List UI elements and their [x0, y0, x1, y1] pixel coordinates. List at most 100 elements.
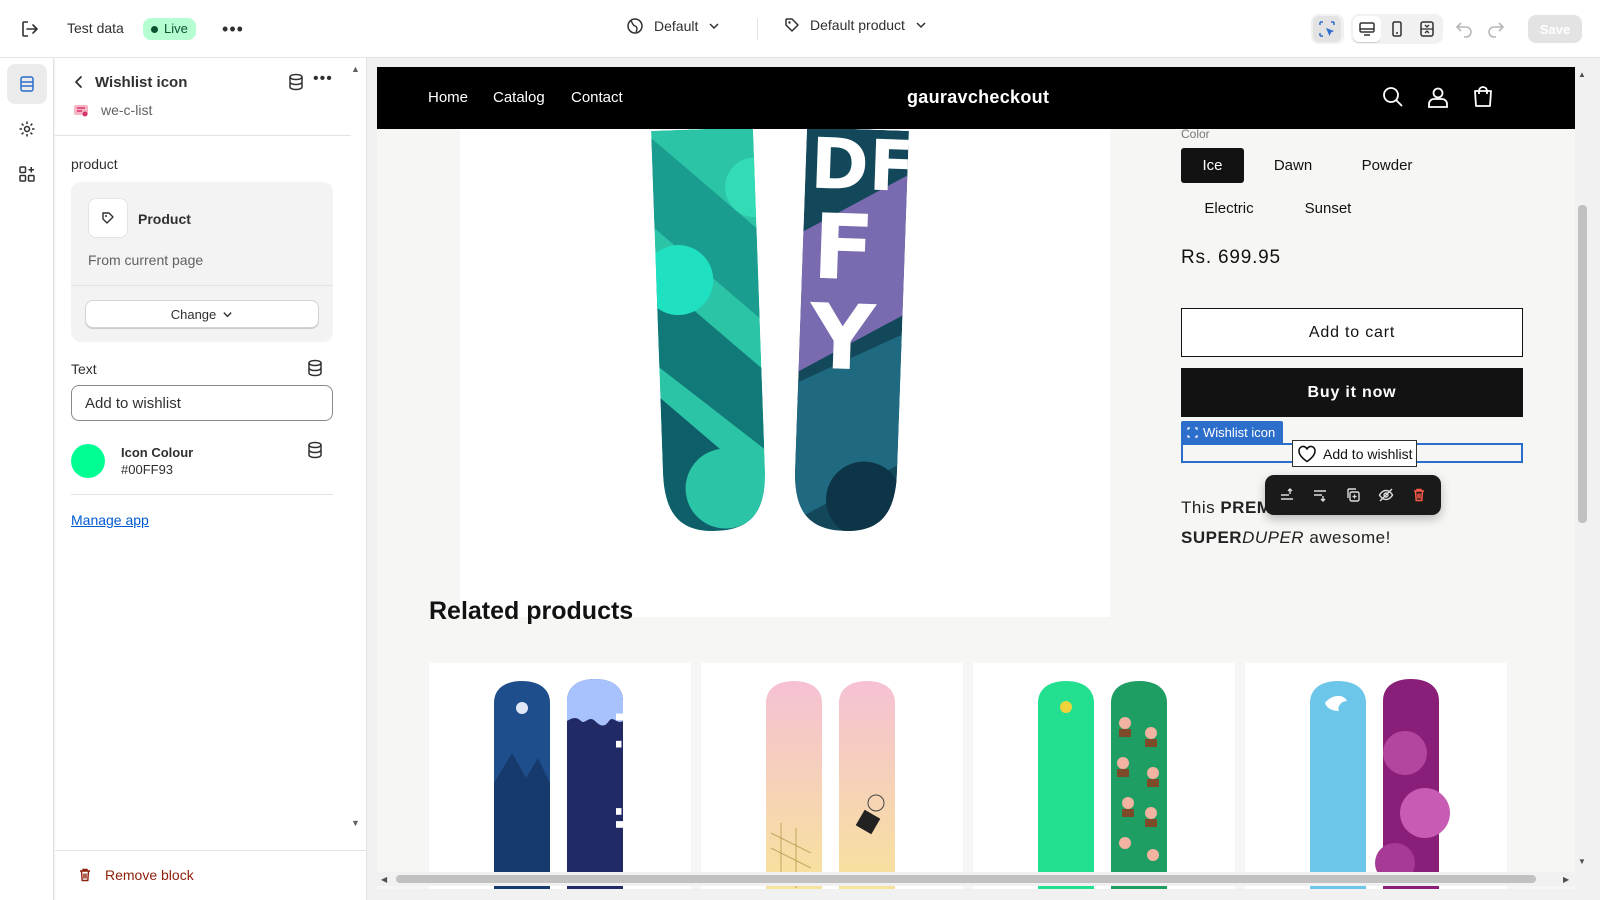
change-product-button[interactable]: Change: [85, 300, 319, 328]
sections-button[interactable]: [7, 64, 47, 104]
editor-topbar: Test data Live ••• Default Default produ…: [0, 0, 1600, 58]
dynamic-source-icon[interactable]: [307, 359, 323, 377]
mobile-view-button[interactable]: [1383, 16, 1411, 42]
icon-colour-value: #00FF93: [121, 462, 174, 477]
panel-footer: Remove block: [55, 850, 367, 900]
desktop-view-button[interactable]: [1353, 16, 1381, 42]
redo-icon[interactable]: [1485, 17, 1507, 39]
select-cursor-icon: [1319, 21, 1335, 37]
product-picker-card: Product From current page Change: [71, 182, 333, 342]
move-down-icon: [1314, 490, 1327, 502]
related-product-image: [766, 681, 895, 889]
product-picker-info: Product From current page: [71, 182, 333, 286]
live-badge: Live: [143, 18, 196, 40]
preview-vertical-scrollbar[interactable]: ▲ ▼: [1575, 67, 1589, 872]
add-to-cart-button[interactable]: Add to cart: [1181, 308, 1523, 357]
hide-button[interactable]: [1372, 481, 1400, 509]
desktop-icon: [1359, 22, 1375, 36]
store-logo-text[interactable]: gauravcheckout: [907, 87, 1049, 108]
duplicate-button[interactable]: [1339, 481, 1367, 509]
apps-button[interactable]: [7, 154, 47, 194]
related-product-card[interactable]: [701, 663, 963, 889]
related-product-card[interactable]: [1245, 663, 1507, 889]
variant-sunset[interactable]: Sunset: [1287, 191, 1369, 226]
vertical-scroll-thumb[interactable]: [1578, 205, 1587, 523]
related-product-image: [1038, 681, 1167, 889]
change-label: Change: [170, 306, 217, 322]
apps-icon: [19, 166, 35, 182]
inspector-button[interactable]: [1313, 16, 1341, 42]
fullscreen-icon: [1420, 21, 1434, 37]
account-icon[interactable]: [1425, 84, 1451, 110]
add-to-wishlist-button[interactable]: Add to wishlist: [1292, 440, 1418, 467]
nav-contact-link[interactable]: Contact: [571, 89, 623, 106]
exit-icon[interactable]: [19, 18, 41, 40]
selected-block-tag[interactable]: Wishlist icon: [1181, 421, 1284, 443]
theme-selector[interactable]: Default: [626, 17, 720, 35]
scroll-up-icon[interactable]: ▲: [1578, 70, 1586, 79]
dynamic-source-icon[interactable]: [307, 441, 323, 459]
related-products-title: Related products: [429, 597, 634, 625]
globe-icon: [627, 18, 643, 34]
scroll-left-icon[interactable]: ◀: [381, 875, 387, 884]
storefront-preview: Home Catalog Contact gauravcheckout DF F…: [377, 67, 1575, 889]
icon-colour-label: Icon Colour: [121, 445, 194, 460]
eye-off-icon: [1378, 488, 1394, 502]
variant-dawn[interactable]: Dawn: [1257, 148, 1329, 183]
panel-divider: [71, 494, 333, 495]
left-rail: [0, 58, 54, 900]
topbar-divider: [757, 18, 758, 40]
buy-now-button[interactable]: Buy it now: [1181, 368, 1523, 417]
variant-ice[interactable]: Ice: [1181, 148, 1244, 183]
store-title: Test data: [67, 20, 124, 36]
chevron-down-icon: [916, 22, 926, 29]
move-up-icon: [1281, 488, 1294, 500]
desc-suffix: awesome!: [1304, 528, 1391, 547]
product-main-image[interactable]: DF F Y: [460, 127, 1110, 617]
scroll-down-icon[interactable]: ▼: [1578, 857, 1586, 866]
live-dot-icon: [151, 25, 158, 33]
move-up-button[interactable]: [1273, 481, 1301, 509]
related-product-card[interactable]: [973, 663, 1235, 889]
fullscreen-view-button[interactable]: [1413, 16, 1441, 42]
theme-settings-button[interactable]: [7, 109, 47, 149]
move-down-button[interactable]: [1306, 481, 1334, 509]
undo-icon[interactable]: [1453, 17, 1475, 39]
search-icon[interactable]: [1380, 84, 1406, 110]
panel-more-button[interactable]: •••: [313, 70, 333, 88]
remove-block-label: Remove block: [105, 867, 194, 883]
nav-catalog-link[interactable]: Catalog: [493, 89, 545, 106]
more-actions-button[interactable]: •••: [220, 16, 246, 42]
theme-label: Default: [654, 18, 699, 34]
svg-text:liquid: liquid: [610, 710, 654, 831]
icon-colour-swatch[interactable]: [71, 444, 105, 478]
duplicate-icon: [1347, 488, 1360, 502]
product-price: Rs. 699.95: [1181, 247, 1281, 268]
product-label: Default product: [810, 17, 905, 33]
panel-scroll-up-icon[interactable]: ▲: [351, 64, 360, 74]
preview-horizontal-scrollbar[interactable]: ◀ ▶: [377, 872, 1575, 886]
tag-icon: [785, 18, 799, 32]
dynamic-source-icon[interactable]: [288, 73, 304, 91]
manage-app-link[interactable]: Manage app: [71, 512, 149, 528]
panel-scroll-down-icon[interactable]: ▼: [351, 818, 360, 828]
wishlist-text-input[interactable]: [71, 385, 333, 421]
panel-title: Wishlist icon: [95, 74, 188, 91]
cart-icon[interactable]: [1470, 84, 1496, 110]
save-button[interactable]: Save: [1528, 15, 1582, 43]
nav-home-link[interactable]: Home: [428, 89, 468, 106]
trash-icon: [80, 868, 90, 882]
variant-electric[interactable]: Electric: [1181, 191, 1277, 226]
variant-powder[interactable]: Powder: [1342, 148, 1432, 183]
remove-block-button[interactable]: Remove block: [77, 867, 194, 883]
panel-header: Wishlist icon ••• we-c-list: [55, 58, 351, 136]
delete-block-button[interactable]: [1405, 481, 1433, 509]
back-icon[interactable]: [69, 72, 89, 92]
scroll-right-icon[interactable]: ▶: [1563, 875, 1569, 884]
related-product-card[interactable]: liquid: [429, 663, 691, 889]
chevron-down-icon: [709, 23, 719, 30]
horizontal-scroll-thumb[interactable]: [396, 875, 1536, 883]
gear-icon: [19, 121, 35, 137]
preview-product-selector[interactable]: Default product: [784, 17, 927, 33]
snowboard-image: DF F Y: [651, 127, 909, 533]
